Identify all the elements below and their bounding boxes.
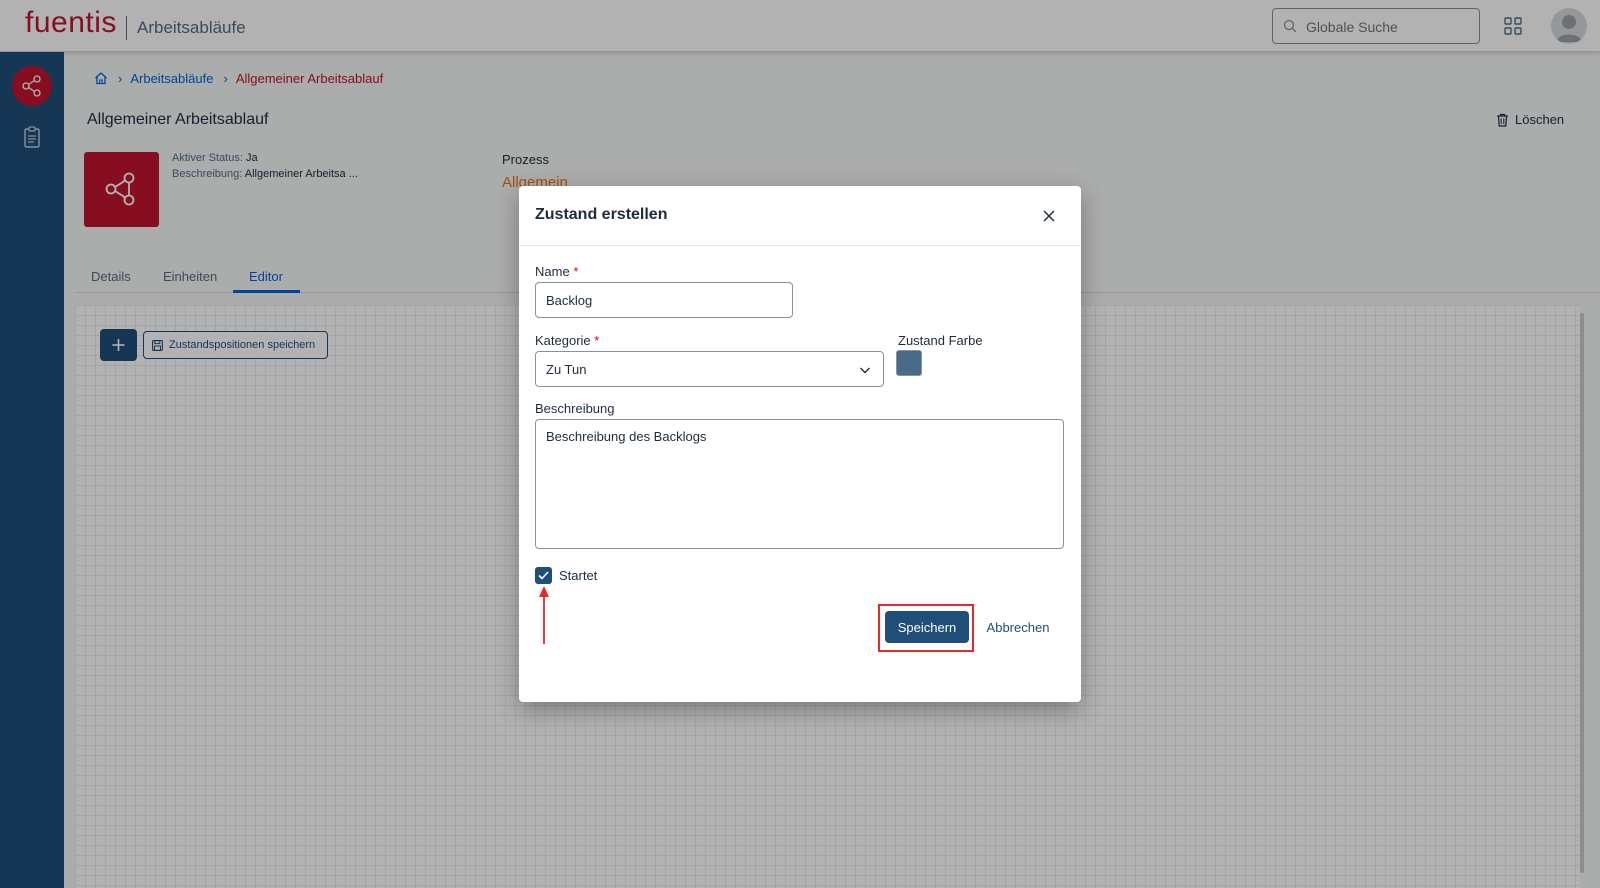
required-marker: * xyxy=(573,264,579,279)
starts-checkbox[interactable] xyxy=(535,567,552,584)
create-state-dialog: Zustand erstellen Name * Kategorie * Zu … xyxy=(519,186,1081,702)
category-selected-value: Zu Tun xyxy=(546,362,587,377)
category-label-text: Kategorie xyxy=(535,333,591,348)
state-color-label: Zustand Farbe xyxy=(898,333,983,348)
name-field-label: Name * xyxy=(535,264,578,279)
required-marker: * xyxy=(594,333,600,348)
cancel-button[interactable]: Abbrechen xyxy=(981,611,1055,643)
dialog-title: Zustand erstellen xyxy=(535,206,668,223)
checkmark-icon xyxy=(538,571,549,580)
name-label-text: Name xyxy=(535,264,570,279)
starts-checkbox-label: Startet xyxy=(559,568,598,583)
category-select[interactable]: Zu Tun xyxy=(535,351,884,387)
category-field-label: Kategorie * xyxy=(535,333,599,348)
description-label: Beschreibung xyxy=(535,401,615,416)
close-icon[interactable] xyxy=(1041,208,1057,224)
annotation-arrow xyxy=(539,586,549,644)
state-color-picker[interactable] xyxy=(896,350,922,376)
name-input[interactable] xyxy=(535,282,793,318)
save-button[interactable]: Speichern xyxy=(885,611,969,643)
description-textarea[interactable]: Beschreibung des Backlogs xyxy=(535,419,1064,549)
chevron-down-icon xyxy=(860,367,870,374)
dialog-header: Zustand erstellen xyxy=(519,186,1081,246)
